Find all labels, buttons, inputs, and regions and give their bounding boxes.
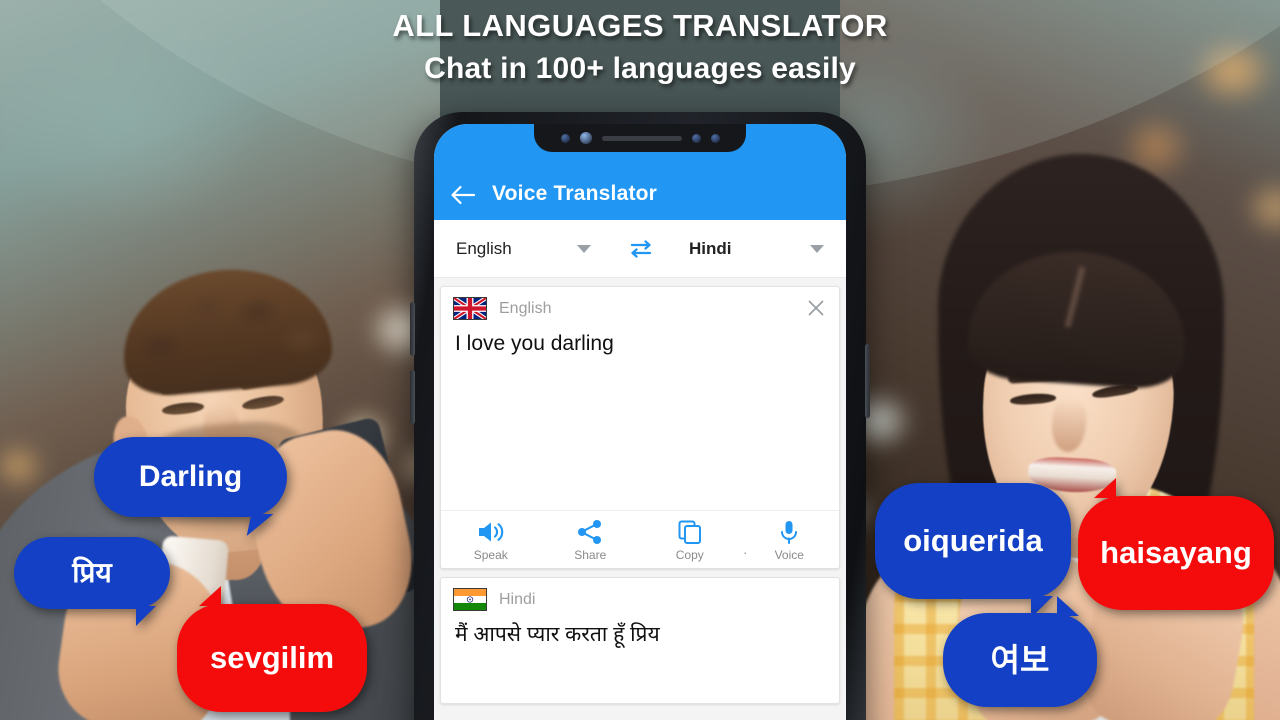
source-card-body[interactable]: I love you darling [441,322,839,510]
back-arrow-icon [451,185,476,205]
target-language-dropdown[interactable]: Hindi [669,239,846,259]
source-card-language-label: English [499,299,552,317]
clear-source-button[interactable] [805,297,827,319]
phone-mockup: Voice Translator English Hindi English I… [410,112,870,720]
volume-down-button[interactable] [410,370,415,424]
source-text-card: English I love you darling Speak Share C… [440,286,840,569]
source-text: I love you darling [455,332,614,355]
source-card-header: English [441,287,839,322]
share-label: Share [574,548,607,562]
sensor-icon [710,133,720,143]
result-card-header: Hindi [441,578,839,613]
close-icon [808,300,824,316]
phone-notch [534,124,746,152]
translation-cards: English I love you darling Speak Share C… [434,278,846,720]
app-title: Voice Translator [492,182,658,205]
voice-input-button[interactable]: Voice [740,519,840,562]
volume-up-button[interactable] [410,302,415,356]
copy-label: Copy [675,548,704,562]
swap-arrows-icon [630,239,652,258]
source-language-label: English [456,238,512,258]
result-card-body: मैं आपसे प्यार करता हूँ प्रिय [441,613,839,703]
sensor-icon [691,133,701,143]
chevron-down-icon [810,244,824,253]
swap-languages-button[interactable] [613,238,669,260]
result-card-language-label: Hindi [499,590,536,608]
promo-banner: ALL LANGUAGES TRANSLATOR Chat in 100+ la… [0,0,1280,720]
speak-label: Speak [473,548,508,562]
front-camera-icon [579,132,592,144]
voice-label: Voice [774,548,804,562]
speech-bubble-hai-sayang: hai sayang [1078,478,1274,610]
uk-flag-icon [453,297,487,320]
language-selector-bar: English Hindi [434,220,846,278]
back-button[interactable] [434,184,492,206]
stray-mark: . [743,542,747,557]
share-button[interactable]: Share [541,519,641,562]
source-language-dropdown[interactable]: English [434,239,613,259]
phone-screen: Voice Translator English Hindi English I… [434,124,846,720]
speech-bubble-darling: Darling [94,437,287,517]
speech-bubble-priya: प्रिय [14,537,170,626]
speech-bubble-sevgilim: sevgilim [177,586,367,712]
share-icon [578,520,602,544]
earpiece-speaker [601,135,682,141]
speech-bubble-yeobo: 여보 [943,596,1097,707]
speech-bubble-oi-querida: oi querida [875,483,1071,618]
chevron-down-icon [577,244,591,253]
result-text: मैं आपसे प्यार करता हूँ प्रिय [455,623,660,646]
sensor-icon [560,133,570,143]
speaker-icon [478,522,503,542]
action-bar: Speak Share Copy Voice [441,510,839,568]
copy-icon [678,520,701,544]
power-button[interactable] [865,344,870,418]
speak-button[interactable]: Speak [441,519,541,562]
microphone-icon [781,521,798,544]
target-language-label: Hindi [689,238,732,258]
copy-button[interactable]: Copy [640,519,740,562]
result-text-card: Hindi मैं आपसे प्यार करता हूँ प्रिय [440,577,840,704]
india-flag-icon [453,588,487,611]
